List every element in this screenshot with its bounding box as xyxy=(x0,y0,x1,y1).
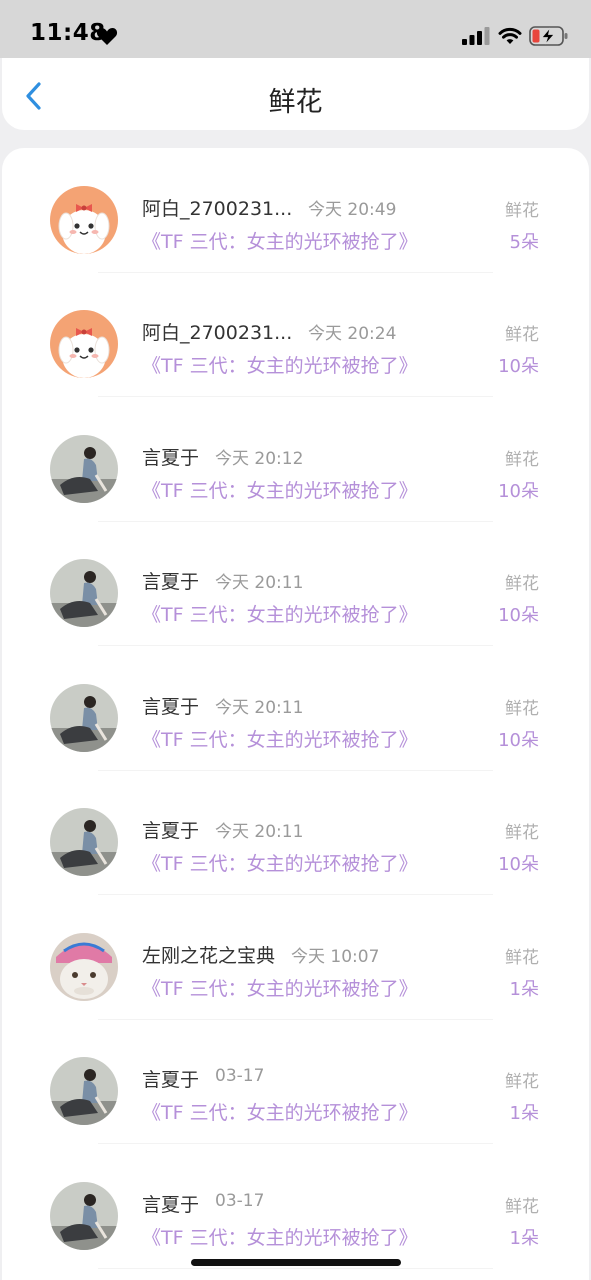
gift-time: 今天 20:49 xyxy=(308,200,397,220)
gift-amount: 5朵 xyxy=(509,232,539,253)
row-divider xyxy=(98,1267,493,1269)
book-title-link[interactable]: 《TF 三代：女主的光环被抢了》 xyxy=(142,476,418,503)
user-name[interactable]: 左刚之花之宝典 xyxy=(142,941,275,968)
gift-amount: 1朵 xyxy=(509,1103,539,1124)
gift-time: 今天 20:11 xyxy=(215,822,304,842)
user-name[interactable]: 言夏于 xyxy=(142,567,199,594)
gift-type-label: 鲜花 xyxy=(505,948,539,968)
user-avatar[interactable] xyxy=(50,559,118,627)
gift-record-row[interactable]: 言夏于 03-17 《TF 三代：女主的光环被抢了》 鲜花 1朵 xyxy=(2,1019,589,1144)
gift-type-label: 鲜花 xyxy=(505,1197,539,1217)
user-avatar[interactable] xyxy=(50,933,118,1001)
gift-time: 今天 20:12 xyxy=(215,449,304,469)
flower-gift-list: 阿白_2700231... 今天 20:49 《TF 三代：女主的光环被抢了》 鲜花 5… xyxy=(2,148,589,1280)
gift-record-row[interactable]: 阿白_2700231... 今天 20:24 《TF 三代：女主的光环被抢了》 鲜花 1… xyxy=(2,272,589,397)
gift-amount: 1朵 xyxy=(509,1228,539,1249)
gift-time: 03-17 xyxy=(215,1191,265,1211)
heart-icon xyxy=(96,28,118,45)
gift-type-label: 鲜花 xyxy=(505,823,539,843)
gift-record-row[interactable]: 言夏于 今天 20:11 《TF 三代：女主的光环被抢了》 鲜花 10朵 xyxy=(2,646,589,771)
gift-amount: 10朵 xyxy=(498,854,539,875)
gift-time: 今天 20:11 xyxy=(215,573,304,593)
user-name[interactable]: 言夏于 xyxy=(142,692,199,719)
gift-amount: 10朵 xyxy=(498,605,539,626)
gift-record-row[interactable]: 言夏于 今天 20:11 《TF 三代：女主的光环被抢了》 鲜花 10朵 xyxy=(2,770,589,895)
gift-type-label: 鲜花 xyxy=(505,450,539,470)
gift-amount: 10朵 xyxy=(498,356,539,377)
book-title-link[interactable]: 《TF 三代：女主的光环被抢了》 xyxy=(142,1098,418,1125)
home-indicator[interactable] xyxy=(191,1259,401,1266)
user-name[interactable]: 阿白_2700231... xyxy=(142,194,292,221)
gift-amount: 1朵 xyxy=(509,979,539,1000)
status-time: 11:48 xyxy=(30,20,106,46)
gift-record-row[interactable]: 言夏于 今天 20:11 《TF 三代：女主的光环被抢了》 鲜花 10朵 xyxy=(2,521,589,646)
gift-type-label: 鲜花 xyxy=(505,699,539,719)
page-title: 鲜花 xyxy=(268,87,323,118)
user-avatar[interactable] xyxy=(50,186,118,254)
user-avatar[interactable] xyxy=(50,808,118,876)
book-title-link[interactable]: 《TF 三代：女主的光环被抢了》 xyxy=(142,974,418,1001)
book-title-link[interactable]: 《TF 三代：女主的光环被抢了》 xyxy=(142,725,418,752)
user-avatar[interactable] xyxy=(50,435,118,503)
gift-type-label: 鲜花 xyxy=(505,1072,539,1092)
gift-type-label: 鲜花 xyxy=(505,201,539,221)
book-title-link[interactable]: 《TF 三代：女主的光环被抢了》 xyxy=(142,600,418,627)
gift-time: 今天 20:11 xyxy=(215,698,304,718)
navigation-bar: 鲜花 xyxy=(2,58,589,130)
user-name[interactable]: 阿白_2700231... xyxy=(142,318,292,345)
cellular-signal-icon xyxy=(462,27,490,45)
wifi-icon xyxy=(498,27,522,44)
gift-amount: 10朵 xyxy=(498,481,539,502)
gift-type-label: 鲜花 xyxy=(505,574,539,594)
book-title-link[interactable]: 《TF 三代：女主的光环被抢了》 xyxy=(142,227,418,254)
gift-record-row[interactable]: 阿白_2700231... 今天 20:49 《TF 三代：女主的光环被抢了》 鲜花 5… xyxy=(2,148,589,273)
gift-time: 今天 20:24 xyxy=(308,324,397,344)
gift-amount: 10朵 xyxy=(498,730,539,751)
gift-time: 03-17 xyxy=(215,1066,265,1086)
user-avatar[interactable] xyxy=(50,310,118,378)
user-name[interactable]: 言夏于 xyxy=(142,1065,199,1092)
user-avatar[interactable] xyxy=(50,1057,118,1125)
user-avatar[interactable] xyxy=(50,1182,118,1250)
battery-charging-icon xyxy=(529,26,568,46)
book-title-link[interactable]: 《TF 三代：女主的光环被抢了》 xyxy=(142,351,418,378)
status-bar: 11:48 xyxy=(0,0,591,58)
gift-type-label: 鲜花 xyxy=(505,325,539,345)
user-name[interactable]: 言夏于 xyxy=(142,816,199,843)
gift-time: 今天 10:07 xyxy=(291,947,380,967)
user-name[interactable]: 言夏于 xyxy=(142,1190,199,1217)
user-avatar[interactable] xyxy=(50,684,118,752)
book-title-link[interactable]: 《TF 三代：女主的光环被抢了》 xyxy=(142,1223,418,1250)
gift-record-row[interactable]: 左刚之花之宝典 今天 10:07 《TF 三代：女主的光环被抢了》 鲜花 1朵 xyxy=(2,895,589,1020)
gift-record-row[interactable]: 言夏于 03-17 《TF 三代：女主的光环被抢了》 鲜花 1朵 xyxy=(2,1144,589,1269)
user-name[interactable]: 言夏于 xyxy=(142,443,199,470)
book-title-link[interactable]: 《TF 三代：女主的光环被抢了》 xyxy=(142,849,418,876)
gift-record-row[interactable]: 言夏于 今天 20:12 《TF 三代：女主的光环被抢了》 鲜花 10朵 xyxy=(2,397,589,522)
